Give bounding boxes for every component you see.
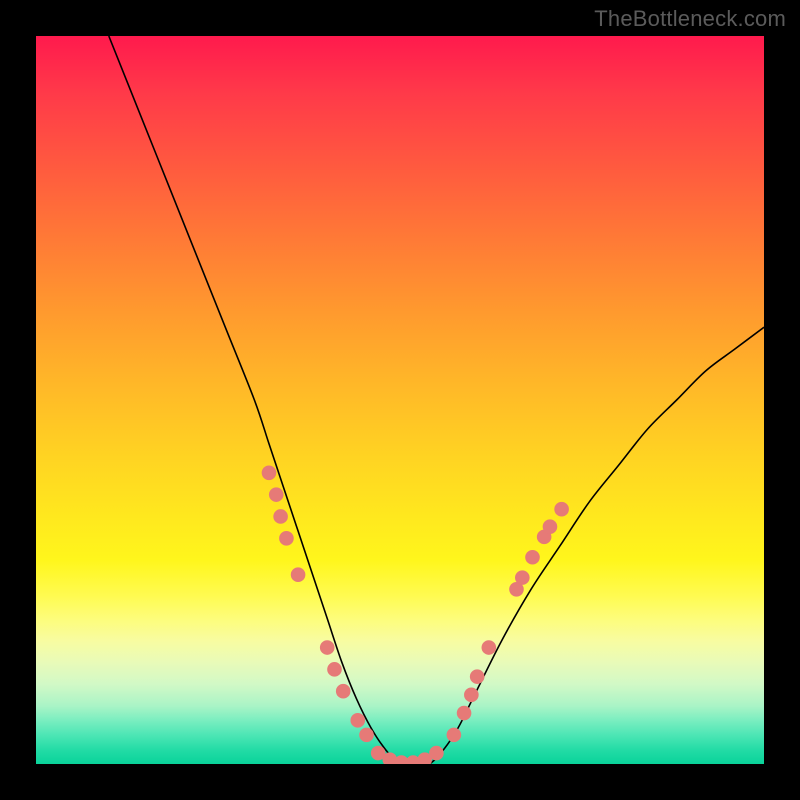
curve-layer bbox=[36, 36, 764, 764]
marker-dot bbox=[327, 662, 342, 677]
watermark-text: TheBottleneck.com bbox=[594, 6, 786, 32]
marker-dot bbox=[336, 684, 351, 699]
marker-dot bbox=[464, 688, 479, 703]
marker-dot bbox=[470, 669, 485, 684]
marker-dot bbox=[291, 567, 306, 582]
marker-dot bbox=[359, 728, 374, 743]
marker-dot bbox=[543, 519, 558, 534]
bottleneck-curve bbox=[109, 36, 764, 764]
marker-dot bbox=[273, 509, 288, 524]
marker-dot bbox=[554, 502, 569, 517]
marker-dot bbox=[262, 466, 277, 481]
marker-dot bbox=[350, 713, 365, 728]
marker-dot bbox=[279, 531, 294, 546]
chart-frame: TheBottleneck.com bbox=[0, 0, 800, 800]
curve-markers bbox=[262, 466, 569, 765]
marker-dot bbox=[482, 640, 497, 655]
plot-area bbox=[36, 36, 764, 764]
marker-dot bbox=[447, 728, 462, 743]
marker-dot bbox=[320, 640, 335, 655]
marker-dot bbox=[515, 570, 530, 585]
marker-dot bbox=[269, 487, 284, 502]
marker-dot bbox=[429, 746, 444, 761]
marker-dot bbox=[525, 550, 540, 565]
marker-dot bbox=[457, 706, 472, 721]
